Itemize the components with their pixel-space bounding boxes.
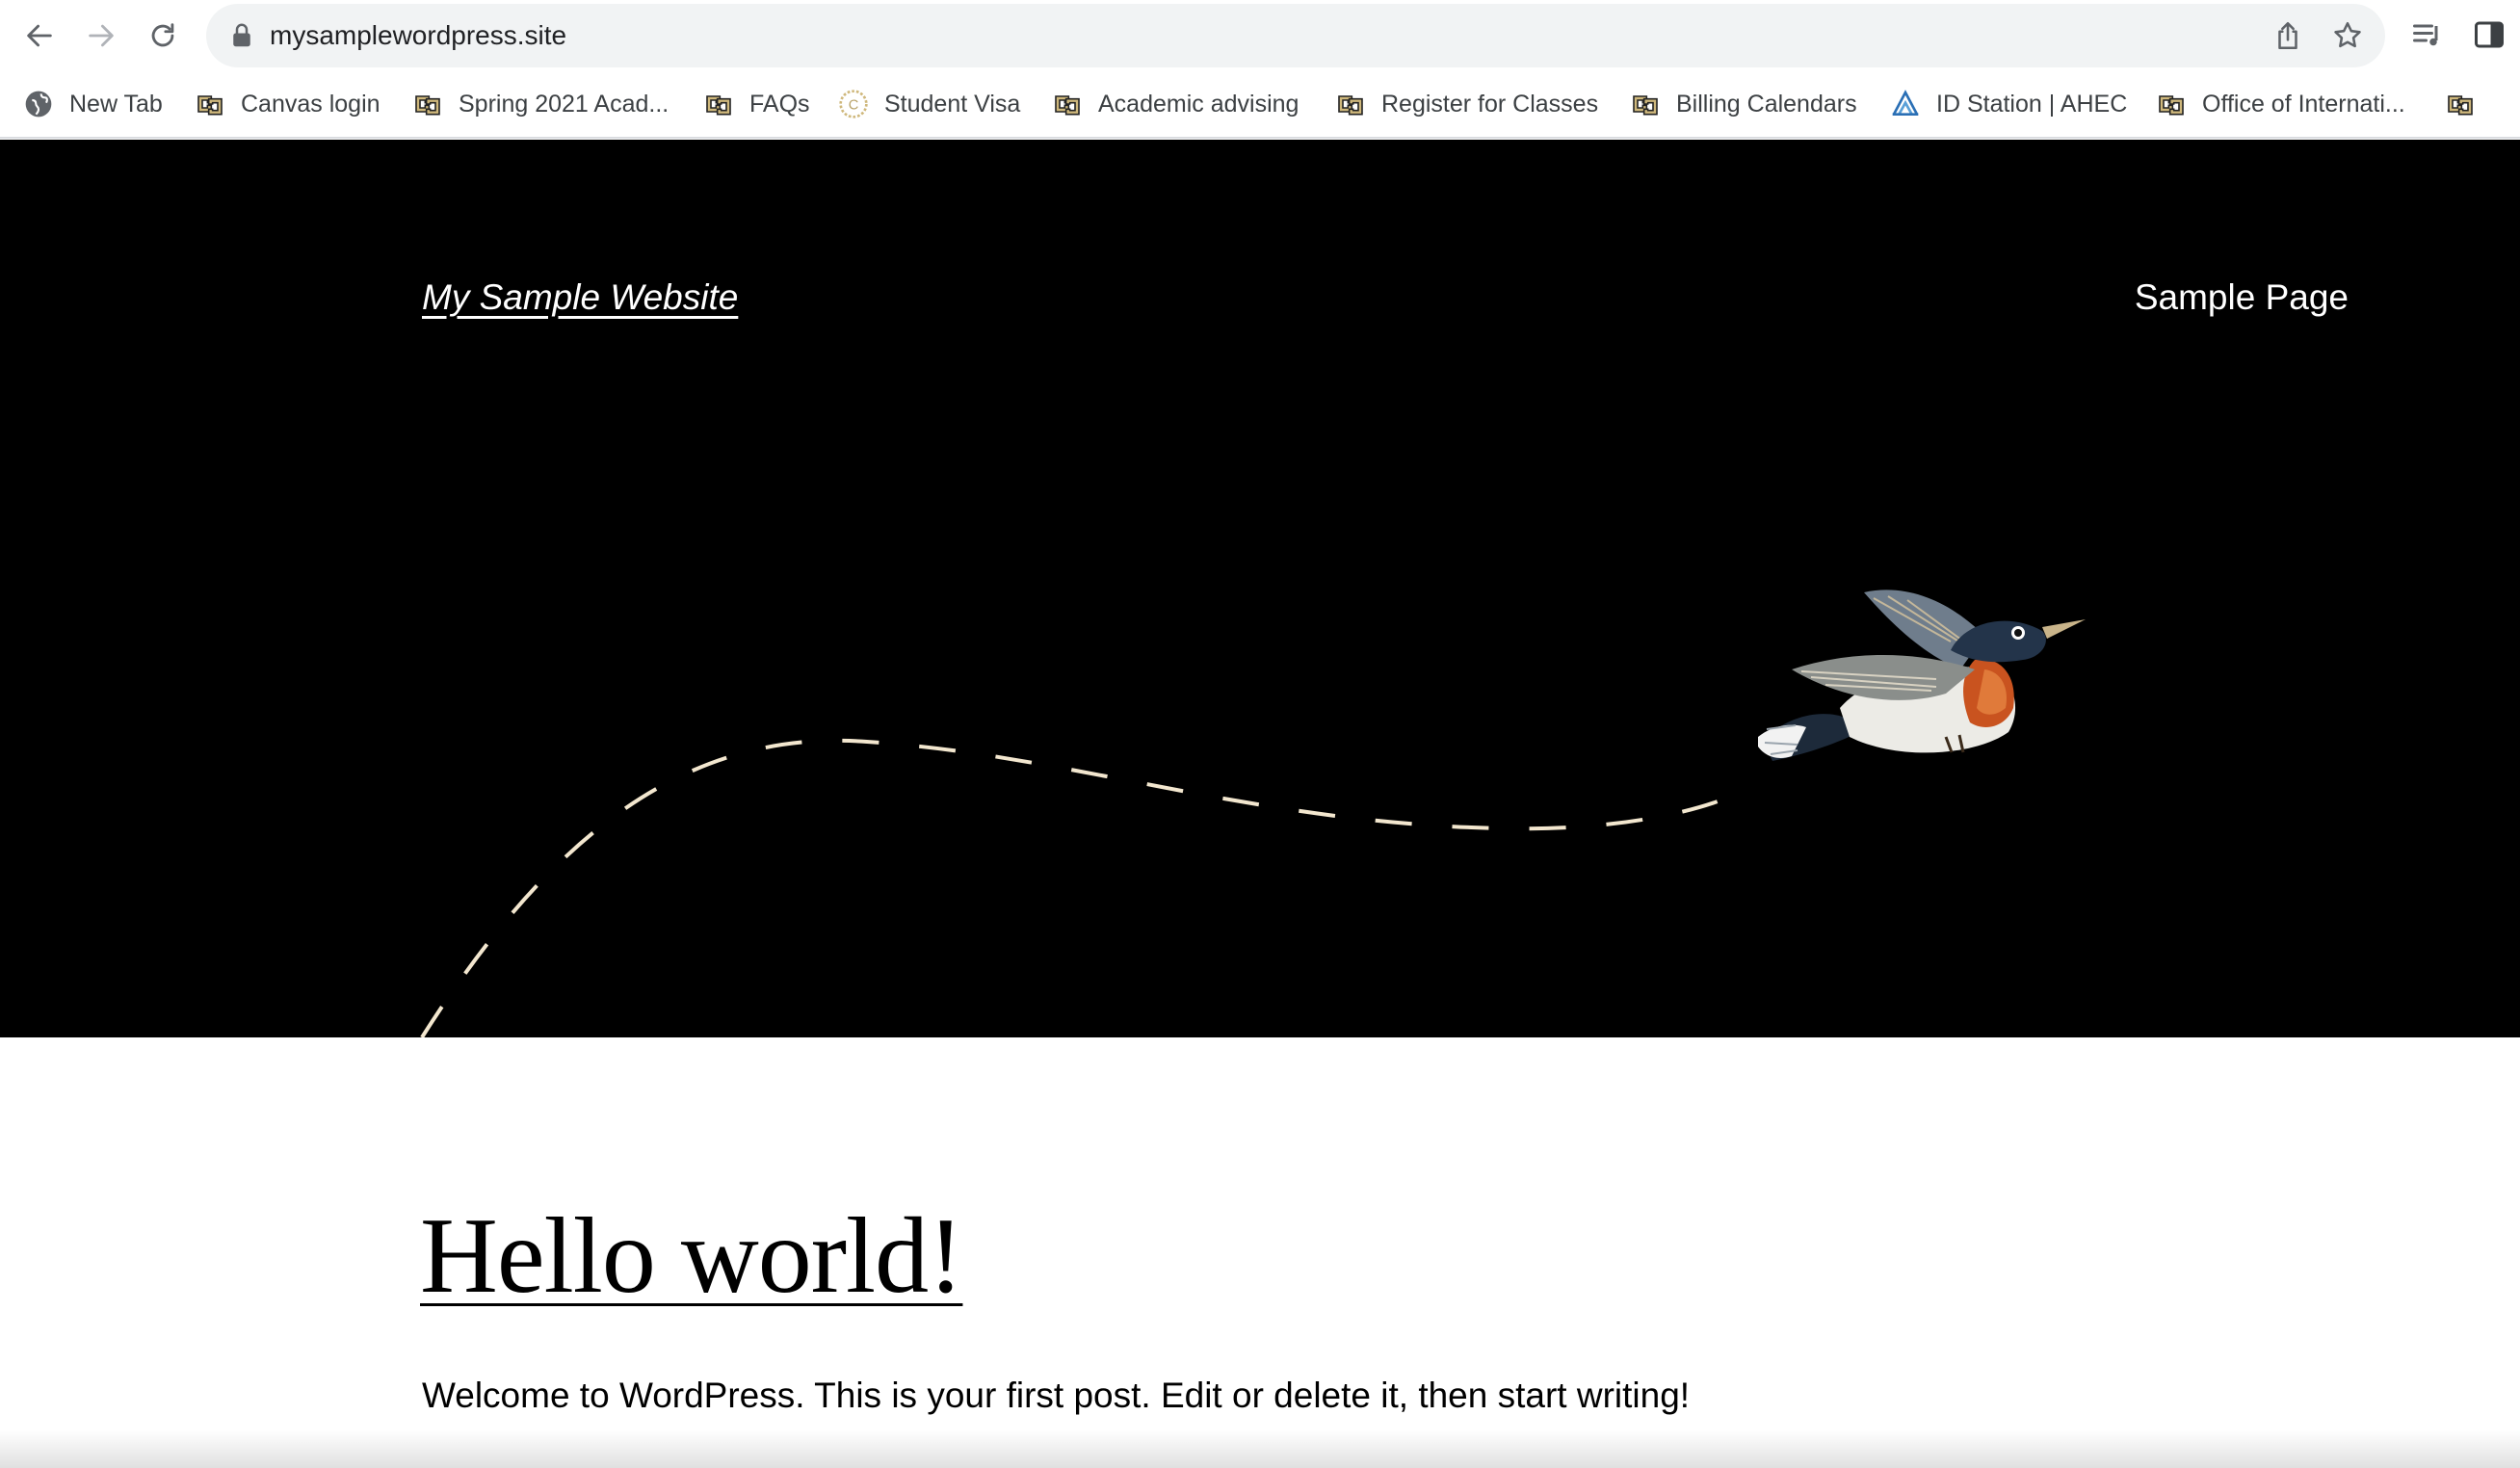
lock-icon[interactable]	[227, 21, 256, 50]
forward-arrow-icon	[89, 24, 114, 47]
bookmark-academic-advising[interactable]: Academic advising	[1052, 71, 1299, 137]
star-icon[interactable]	[2331, 19, 2364, 52]
bird-illustration	[1758, 590, 2086, 761]
cu-logo-icon	[1338, 95, 1363, 116]
cu-logo-icon	[1633, 95, 1658, 116]
back-button[interactable]	[15, 12, 64, 60]
bookmark-label: Register for Classes	[1381, 90, 1599, 118]
cu-logo-icon	[706, 95, 731, 116]
ahec-logo-icon	[1892, 90, 1919, 116]
reload-button[interactable]	[139, 12, 187, 60]
bookmark-label: FAQs	[749, 90, 810, 118]
window-bottom-shadow	[0, 1429, 2520, 1468]
bookmark-label: Spring 2021 Acad...	[459, 90, 669, 118]
share-icon[interactable]	[2271, 19, 2304, 52]
reading-list-icon[interactable]	[2410, 17, 2445, 52]
bookmark-overflow[interactable]	[2445, 71, 2491, 137]
bookmark-office-international[interactable]: Office of Internati...	[2156, 71, 2405, 137]
bookmark-canvas-login[interactable]: Canvas login	[195, 71, 381, 137]
reload-icon	[151, 23, 174, 47]
bookmark-label: Academic advising	[1098, 90, 1299, 118]
bookmark-id-station[interactable]: ID Station | AHEC	[1890, 71, 2127, 137]
bookmark-student-visa[interactable]: C Student Visa	[838, 71, 1020, 137]
bookmark-billing-calendars[interactable]: Billing Calendars	[1630, 71, 1857, 137]
browser-toolbar: mysamplewordpress.site	[0, 0, 2520, 71]
bookmark-spring-2021[interactable]: Spring 2021 Acad...	[412, 71, 669, 137]
nav-sample-page[interactable]: Sample Page	[2135, 277, 2349, 318]
bookmark-register-classes[interactable]: Register for Classes	[1335, 71, 1598, 137]
address-bar[interactable]: mysamplewordpress.site	[206, 4, 2385, 67]
side-panel-icon[interactable]	[2472, 17, 2507, 52]
site-header: My Sample Website Sample Page	[0, 140, 2520, 1037]
bookmark-label: Canvas login	[241, 90, 381, 118]
cu-logo-icon	[2159, 95, 2184, 116]
bookmarks-bar: New Tab Canvas login Spring 2021 Acad...…	[0, 71, 2520, 139]
back-arrow-icon	[27, 24, 52, 47]
bookmark-new-tab[interactable]: New Tab	[23, 71, 163, 137]
url-text[interactable]: mysamplewordpress.site	[270, 4, 566, 67]
cu-logo-icon	[415, 95, 440, 116]
cu-logo-icon	[2448, 95, 2473, 116]
bookmark-label: Billing Calendars	[1676, 90, 1857, 118]
forward-button[interactable]	[77, 12, 125, 60]
site-title-link[interactable]: My Sample Website	[422, 277, 738, 318]
bookmark-label: Student Visa	[884, 90, 1021, 118]
globe-icon	[25, 91, 52, 118]
bookmark-label: Office of Internati...	[2202, 90, 2405, 118]
flight-path-decoration	[420, 738, 1735, 1037]
post-excerpt: Welcome to WordPress. This is your first…	[422, 1376, 1691, 1415]
bookmark-faqs[interactable]: FAQs	[703, 71, 810, 137]
bookmark-label: New Tab	[69, 90, 163, 118]
seal-icon: C	[839, 90, 868, 118]
svg-text:C: C	[849, 97, 859, 113]
post-title-link[interactable]: Hello world!	[420, 1194, 963, 1319]
cu-logo-icon	[1055, 95, 1080, 116]
cu-logo-icon	[197, 95, 223, 116]
bookmark-label: ID Station | AHEC	[1936, 90, 2128, 118]
